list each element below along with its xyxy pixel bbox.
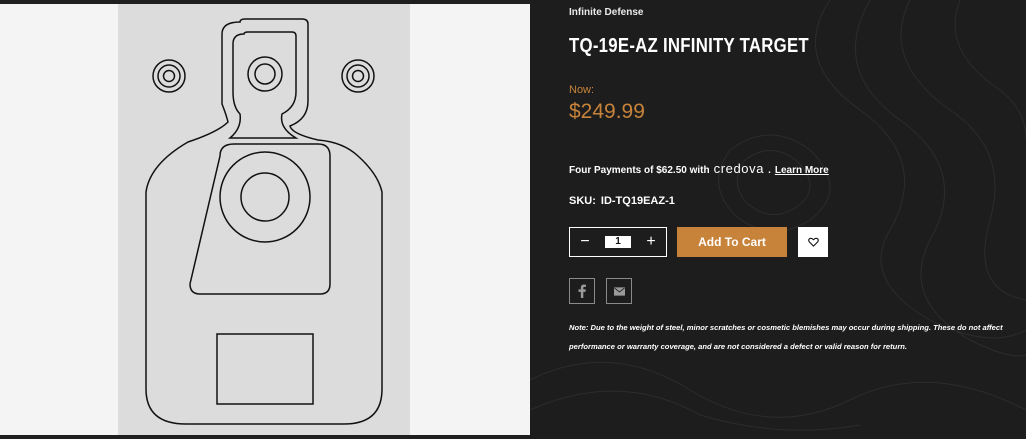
decrease-quantity-button[interactable]: −	[578, 234, 592, 250]
product-brand[interactable]: Infinite Defense	[569, 7, 643, 18]
financing-text: Four Payments of $62.50 with	[569, 165, 710, 176]
sku-label: SKU:	[569, 195, 596, 207]
learn-more-link[interactable]: Learn More	[775, 165, 829, 176]
share-email-button[interactable]	[606, 278, 632, 304]
sku-value: ID-TQ19EAZ-1	[600, 195, 675, 207]
facebook-icon	[578, 284, 586, 298]
product-image-panel	[0, 4, 530, 435]
increase-quantity-button[interactable]: +	[644, 234, 658, 250]
price-label: Now:	[569, 84, 595, 96]
sku-row: SKU: ID-TQ19EAZ-1	[569, 195, 675, 207]
quantity-stepper: − 1 +	[569, 227, 667, 257]
product-price: $249.99	[569, 100, 645, 123]
product-title: TQ-19E-AZ INFINITY TARGET	[569, 35, 809, 57]
product-detail-panel: Infinite Defense TQ-19E-AZ INFINITY TARG…	[530, 0, 1026, 439]
target-silhouette	[145, 18, 383, 425]
email-icon	[613, 286, 625, 296]
quantity-input[interactable]: 1	[605, 236, 631, 248]
add-to-cart-button[interactable]: Add To Cart	[677, 227, 787, 257]
financing-message: Four Payments of $62.50 with credova . L…	[569, 161, 829, 176]
credova-logo: credova	[713, 161, 765, 176]
wishlist-button[interactable]	[798, 227, 828, 257]
financing-separator: .	[768, 165, 771, 176]
topographic-background	[530, 0, 1026, 431]
share-facebook-button[interactable]	[569, 278, 595, 304]
shipping-note: Note: Due to the weight of steel, minor …	[569, 323, 1003, 351]
target-image[interactable]	[118, 4, 410, 435]
heart-icon	[807, 237, 819, 247]
